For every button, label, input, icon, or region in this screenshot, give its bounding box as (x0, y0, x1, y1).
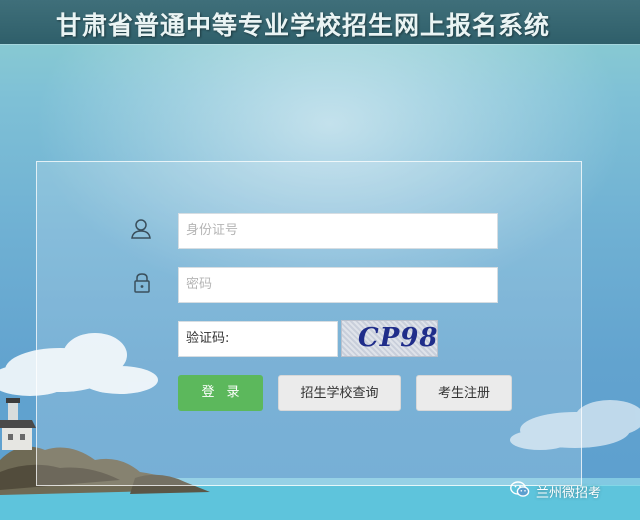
login-button[interactable]: 登录 (178, 375, 263, 411)
user-icon (129, 217, 153, 241)
id-number-input[interactable]: 身份证号 (178, 213, 498, 249)
captcha-image[interactable]: CP98 (341, 320, 438, 357)
school-query-button[interactable]: 招生学校查询 (278, 375, 401, 411)
lock-icon (130, 271, 154, 295)
captcha-input[interactable]: 验证码: (178, 321, 338, 357)
wechat-icon (510, 480, 530, 502)
lighthouse (0, 398, 36, 450)
page-title: 甘肃省普通中等专业学校招生网上报名系统 (56, 11, 551, 40)
captcha-code: CP98 (358, 323, 438, 353)
password-input[interactable]: 密码 (178, 267, 498, 303)
watermark-text: 兰州微招考 (536, 485, 602, 501)
header-bar: 甘肃省普通中等专业学校招生网上报名系统 (0, 0, 640, 44)
register-button[interactable]: 考生注册 (416, 375, 512, 411)
watermark: 兰州微招考 (510, 480, 602, 502)
